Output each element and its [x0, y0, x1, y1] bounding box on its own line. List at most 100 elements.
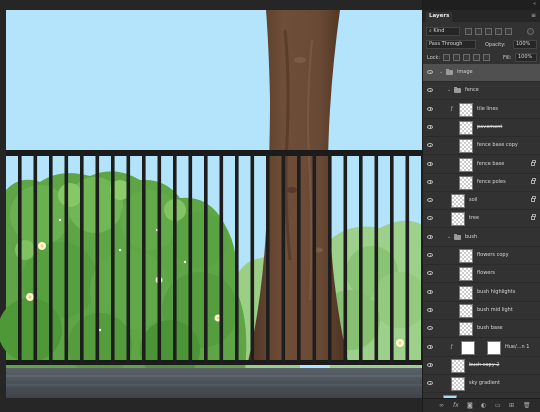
filter-shape-icon[interactable] — [495, 28, 502, 35]
layer-name[interactable]: bush highlights — [477, 289, 515, 295]
fence-pole — [312, 154, 317, 364]
fence-pole — [126, 154, 131, 364]
eye-icon[interactable] — [427, 344, 433, 349]
layer-row[interactable]: bush highlights — [423, 284, 540, 302]
layer-name[interactable]: sky gradient — [469, 380, 500, 386]
eye-icon[interactable] — [427, 289, 433, 294]
eye-icon[interactable] — [427, 216, 433, 221]
lock-all-icon[interactable] — [483, 54, 490, 61]
layer-row[interactable]: bush mid light — [423, 302, 540, 320]
layer-name[interactable]: fence base — [477, 161, 504, 167]
eye-icon[interactable] — [427, 124, 433, 129]
layer-thumbnail — [451, 377, 465, 392]
fence-pole — [95, 154, 100, 364]
eye-icon[interactable] — [427, 179, 433, 184]
eye-icon[interactable] — [427, 253, 433, 257]
eye-icon[interactable] — [427, 106, 433, 111]
layer-name[interactable]: fence base copy — [477, 142, 518, 148]
eye-icon[interactable] — [427, 88, 433, 93]
filter-kind-select[interactable]: ⌕ Kind — [426, 27, 460, 36]
layer-name[interactable]: bush copy 2 — [469, 362, 499, 368]
new-layer-icon[interactable]: ⊞ — [509, 402, 514, 409]
layer-row[interactable]: soil — [423, 192, 540, 211]
lock-artboard-icon[interactable] — [473, 54, 480, 61]
expand-caret-icon[interactable]: ⌄ — [447, 234, 451, 240]
layer-row[interactable]: pavement — [423, 119, 540, 137]
filter-pixel-icon[interactable] — [465, 28, 472, 35]
layer-name[interactable]: fence poles — [477, 179, 506, 185]
fence-pole — [49, 154, 53, 364]
layer-name[interactable]: flowers — [477, 270, 495, 276]
layer-row[interactable]: flowers — [423, 265, 540, 284]
fence-pole — [111, 154, 115, 364]
fill-input[interactable]: 100% — [515, 53, 537, 62]
adjustment-icon[interactable]: ◐ — [481, 402, 486, 409]
fence-pole — [374, 154, 379, 364]
layer-row[interactable]: ⌄ bush — [423, 229, 540, 247]
eye-icon[interactable] — [427, 143, 433, 148]
layer-row[interactable]: fence base — [423, 156, 540, 174]
layer-name[interactable]: flowers copy — [477, 252, 509, 258]
mask-thumbnail[interactable] — [487, 340, 501, 355]
tab-layers[interactable]: Layers — [426, 12, 453, 22]
eye-icon[interactable] — [427, 271, 433, 276]
fence-pole — [173, 154, 177, 364]
lock-transparent-icon[interactable] — [443, 54, 450, 61]
eye-icon[interactable] — [427, 307, 433, 312]
fx-icon[interactable]: fx — [453, 402, 459, 409]
layer-row[interactable]: ⌄ fence — [423, 82, 540, 101]
eye-icon[interactable] — [427, 198, 433, 203]
layer-row[interactable]: sky gradient — [423, 375, 540, 394]
expand-caret-icon[interactable]: ⌄ — [439, 69, 443, 75]
eye-icon[interactable] — [427, 70, 433, 74]
eye-icon[interactable] — [427, 326, 433, 331]
layer-row[interactable]: flowers copy — [423, 247, 540, 265]
lock-icon — [531, 214, 536, 221]
layer-name[interactable]: tree — [469, 215, 479, 221]
fence-pole — [18, 154, 22, 364]
layer-name[interactable]: tile lines — [477, 106, 498, 112]
layer-thumbnail — [459, 322, 473, 337]
mask-icon[interactable]: ◙ — [467, 402, 473, 409]
eye-icon[interactable] — [427, 381, 433, 386]
layer-name[interactable]: bush — [465, 234, 477, 240]
layer-thumbnail — [459, 303, 473, 318]
eye-icon[interactable] — [427, 362, 433, 367]
layer-row[interactable]: bush copy 2 — [423, 357, 540, 375]
layer-name[interactable]: Hue/...n 1 — [505, 344, 529, 350]
layer-name[interactable]: pavement — [477, 124, 502, 130]
filter-smart-object-icon[interactable] — [505, 28, 512, 35]
expand-caret-icon[interactable]: ⌄ — [447, 87, 451, 93]
filter-adjustment-icon[interactable] — [475, 28, 482, 35]
collapse-icon[interactable]: « — [533, 1, 536, 7]
eye-icon[interactable] — [427, 161, 433, 166]
layer-row[interactable]: ƒ tile lines — [423, 101, 540, 119]
layer-name[interactable]: image — [457, 69, 473, 75]
layer-row[interactable]: bush base — [423, 320, 540, 339]
filter-toggle-icon[interactable] — [527, 28, 534, 35]
layer-row[interactable]: ⌄ image — [423, 64, 540, 82]
lock-image-icon[interactable] — [453, 54, 460, 61]
layer-name[interactable]: bush mid light — [477, 307, 513, 313]
layer-row[interactable]: tree — [423, 210, 540, 229]
layer-name[interactable]: bush base — [477, 325, 503, 331]
filter-type-icon[interactable] — [485, 28, 492, 35]
link-icon[interactable]: ∞ — [439, 402, 444, 409]
canvas-area[interactable] — [0, 0, 422, 412]
lock-position-icon[interactable] — [463, 54, 470, 61]
layer-name[interactable]: soil — [469, 197, 477, 203]
layer-row[interactable]: fence poles — [423, 174, 540, 192]
trash-icon[interactable]: 🗑 — [523, 402, 531, 409]
panel-menu-icon[interactable]: ≡ — [531, 12, 536, 19]
artwork-canvas[interactable] — [0, 0, 422, 412]
layer-row[interactable]: ƒ Hue/...n 1 — [423, 339, 540, 357]
blend-row: Pass Through Opacity: 100% — [423, 38, 540, 50]
layer-row[interactable]: fence base copy — [423, 137, 540, 156]
opacity-input[interactable]: 100% — [513, 40, 537, 49]
pavement — [6, 368, 422, 398]
new-group-icon[interactable]: ▭ — [495, 402, 501, 409]
layer-name[interactable]: fence — [465, 87, 479, 93]
blend-mode-select[interactable]: Pass Through — [426, 40, 476, 49]
layer-thumbnail — [459, 249, 473, 263]
eye-icon[interactable] — [427, 234, 433, 239]
